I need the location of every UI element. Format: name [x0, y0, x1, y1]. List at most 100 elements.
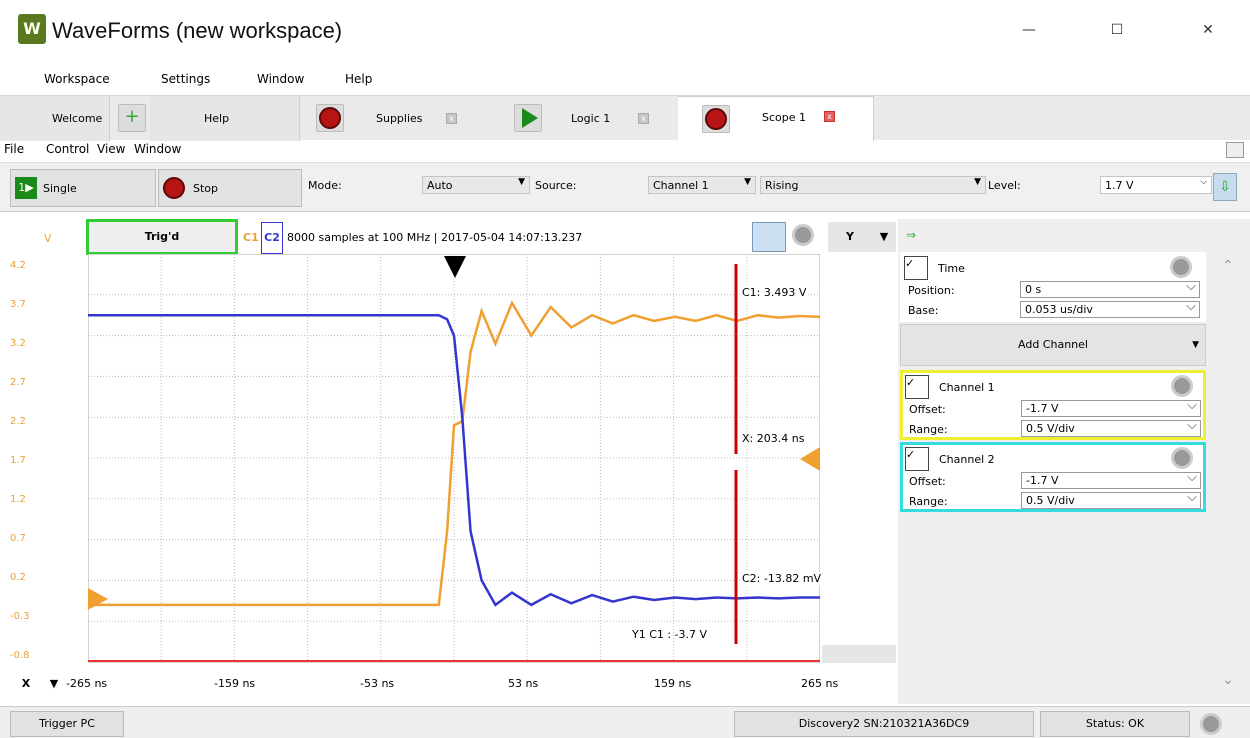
cursor-x-readout: X: 203.4 ns [742, 432, 805, 445]
tab-scope-label: Scope 1 [762, 111, 807, 124]
status-bar: Trigger PC Discovery2 SN:210321A36DC9 St… [0, 706, 1250, 738]
y-axis-button[interactable]: Y [828, 222, 872, 252]
arrow-right-icon[interactable]: ⇒ [906, 228, 916, 242]
close-tab-icon[interactable]: x [446, 113, 457, 124]
menu-help[interactable]: Help [345, 72, 372, 86]
ch1-range-input[interactable]: 0.5 V/div ⌵ [1021, 418, 1201, 437]
tab-logic-label: Logic 1 [571, 112, 611, 125]
close-tab-icon[interactable]: x [638, 113, 649, 124]
position-label: Position: [908, 284, 955, 297]
close-button[interactable]: ✕ [1193, 22, 1223, 38]
single-button[interactable]: 1▶ Single [10, 169, 156, 207]
stop-button[interactable]: Stop [158, 169, 302, 207]
ch1-offset-input[interactable]: -1.7 V ⌵ [1021, 398, 1201, 417]
chevron-down-icon[interactable]: ▼ [42, 670, 66, 698]
x-tick: 265 ns [801, 677, 839, 690]
x-tick: -53 ns [360, 677, 395, 690]
x-tick: -265 ns [66, 677, 108, 690]
base-input[interactable]: 0.053 us/div ⌵ [1020, 299, 1200, 318]
trigger-status: Trig'd [86, 219, 238, 255]
channel2-checkbox[interactable]: ✓ [905, 447, 929, 471]
y-tick: -0.3 [10, 611, 30, 622]
chevron-down-icon: ⌵ [1187, 398, 1197, 413]
source-value: Channel 1 [653, 179, 709, 192]
ch2-offset-value: -1.7 V [1026, 474, 1059, 487]
chevron-down-icon: ⌵ [1186, 279, 1196, 294]
y-tick: 4.2 [10, 260, 26, 271]
menu-window-scope[interactable]: Window [134, 142, 181, 156]
menu-settings[interactable]: Settings [161, 72, 210, 86]
ch2-range-input[interactable]: 0.5 V/div ⌵ [1021, 490, 1201, 509]
gear-icon[interactable] [792, 224, 814, 246]
chevron-down-icon[interactable]: ▼ [872, 222, 896, 252]
x-axis-button[interactable]: X [14, 670, 38, 698]
maximize-button[interactable]: ☐ [1102, 22, 1132, 38]
mode-value: Auto [427, 179, 453, 192]
main-menu: Workspace Settings Window Help [0, 66, 1250, 92]
channel1-checkbox[interactable]: ✓ [905, 375, 929, 399]
range-label: Range: [909, 423, 948, 436]
chevron-down-icon: ⌵ [1187, 490, 1197, 505]
trigger-pc-button[interactable]: Trigger PC [10, 711, 124, 737]
mode-select[interactable]: Auto ▼ [422, 176, 530, 194]
tab-welcome[interactable]: Welcome [0, 96, 110, 141]
position-input[interactable]: 0 s ⌵ [1020, 279, 1200, 298]
gear-icon[interactable] [1171, 375, 1193, 397]
y-tick: 0.7 [10, 533, 26, 544]
y-tick: 2.2 [10, 416, 26, 427]
menu-file[interactable]: File [4, 142, 24, 156]
time-checkbox[interactable]: ✓ [904, 256, 928, 280]
logic-run-icon[interactable] [514, 104, 542, 132]
download-icon[interactable]: ⇩ [1213, 173, 1237, 201]
gear-icon[interactable] [1171, 447, 1193, 469]
offset-label: Offset: [909, 403, 946, 416]
y1-cursor-readout: Y1 C1 : -3.7 V [632, 628, 708, 641]
restore-icon[interactable] [1226, 142, 1244, 158]
minimize-button[interactable]: — [1014, 22, 1044, 38]
stop-label: Stop [193, 182, 219, 195]
device-button[interactable]: Discovery2 SN:210321A36DC9 [734, 711, 1034, 737]
menu-view[interactable]: View [97, 142, 125, 156]
stop-icon [163, 177, 185, 199]
supplies-stop-icon[interactable] [316, 104, 344, 132]
scope-stop-icon[interactable] [702, 105, 730, 133]
menu-window[interactable]: Window [257, 72, 304, 86]
tab-scope[interactable]: Scope 1 x [678, 96, 874, 141]
scroll-up-icon[interactable]: ⌃ [1222, 258, 1234, 274]
cursor-mode-icon[interactable] [752, 222, 786, 252]
ch1-offset-value: -1.7 V [1026, 402, 1059, 415]
x-tick: 53 ns [508, 677, 539, 690]
range-label: Range: [909, 495, 948, 508]
c1-label[interactable]: C1 [243, 231, 259, 244]
c2-label[interactable]: C2 [261, 222, 283, 254]
y-tick: 3.2 [10, 338, 26, 349]
edge-select[interactable]: Rising ▼ [760, 176, 986, 194]
chevron-down-icon: ⌵ [1187, 470, 1197, 485]
offset-label: Offset: [909, 475, 946, 488]
plot-scroll-corner[interactable] [822, 645, 896, 663]
source-select[interactable]: Channel 1 ▼ [648, 176, 756, 194]
status-indicator[interactable]: Status: OK [1040, 711, 1190, 737]
gear-icon[interactable] [1200, 713, 1222, 735]
menu-control[interactable]: Control [46, 142, 89, 156]
gear-icon[interactable] [1170, 256, 1192, 278]
app-logo: W [18, 14, 46, 44]
level-input[interactable]: 1.7 V ⌵ [1100, 176, 1212, 194]
y-unit-label: V [44, 232, 52, 245]
y-tick: 1.2 [10, 494, 26, 505]
ch1-range-value: 0.5 V/div [1026, 422, 1075, 435]
tab-supplies-label: Supplies [376, 112, 423, 125]
ch2-offset-input[interactable]: -1.7 V ⌵ [1021, 470, 1201, 489]
tab-help[interactable]: Help [150, 96, 300, 141]
scroll-down-icon[interactable]: ⌄ [1222, 672, 1234, 688]
time-card: ✓ Time Position: 0 s ⌵ Base: 0.053 us/div… [900, 252, 1206, 322]
level-label: Level: [988, 179, 1021, 192]
close-tab-icon[interactable]: x [824, 111, 835, 122]
add-tab-icon[interactable]: + [118, 104, 146, 132]
menu-workspace[interactable]: Workspace [44, 72, 110, 86]
oscilloscope-plot[interactable] [88, 254, 820, 664]
add-channel-button[interactable]: Add Channel ▼ [900, 324, 1206, 366]
chevron-down-icon: ⌵ [1187, 418, 1197, 433]
tab-supplies[interactable]: Supplies x [350, 96, 480, 141]
tab-logic[interactable]: Logic 1 x [545, 96, 675, 141]
